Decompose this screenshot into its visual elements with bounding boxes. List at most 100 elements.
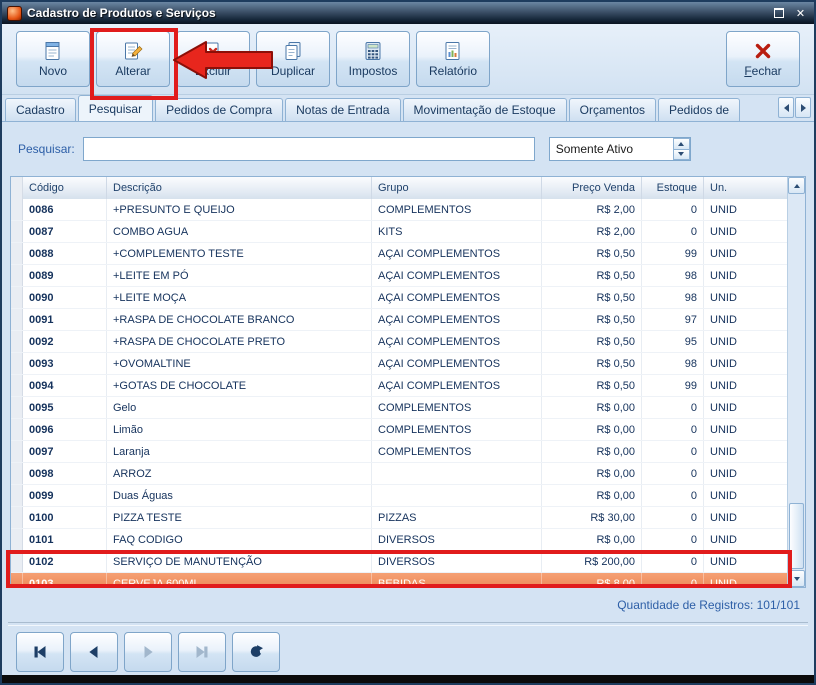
product-table: CódigoDescriçãoGrupoPreço VendaEstoqueUn…: [10, 176, 806, 588]
column-header[interactable]: Preço Venda: [542, 177, 642, 199]
maximize-button[interactable]: [770, 5, 787, 21]
tab-or-amentos[interactable]: Orçamentos: [569, 98, 656, 121]
table-row[interactable]: 0094+GOTAS DE CHOCOLATEAÇAI COMPLEMENTOS…: [11, 375, 788, 397]
table-cell: R$ 0,00: [542, 485, 642, 506]
refresh-button[interactable]: [232, 632, 280, 672]
impostos-button[interactable]: Impostos: [336, 31, 410, 87]
table-cell: 95: [642, 331, 704, 352]
table-cell: 98: [642, 287, 704, 308]
table-cell: UNID: [704, 309, 788, 330]
arrow-down-icon: [794, 577, 800, 581]
column-header[interactable]: Descrição: [107, 177, 372, 199]
tab-scroll-left-button[interactable]: [778, 97, 794, 118]
table-cell: Gelo: [107, 397, 372, 418]
filter-select[interactable]: Somente Ativo: [549, 137, 691, 161]
row-indicator: [11, 463, 23, 484]
table-cell: 0: [642, 397, 704, 418]
table-cell: R$ 0,50: [542, 265, 642, 286]
table-cell: UNID: [704, 419, 788, 440]
scrollbar-thumb[interactable]: [789, 503, 804, 569]
table-cell: UNID: [704, 463, 788, 484]
search-input[interactable]: [83, 137, 535, 161]
table-cell: UNID: [704, 353, 788, 374]
table-cell: UNID: [704, 485, 788, 506]
table-cell: +LEITE EM PÓ: [107, 265, 372, 286]
table-cell: UNID: [704, 287, 788, 308]
table-row[interactable]: 0099Duas ÁguasR$ 0,000UNID: [11, 485, 788, 507]
table-cell: AÇAI COMPLEMENTOS: [372, 287, 542, 308]
alterar-button[interactable]: Alterar: [96, 31, 170, 87]
window-title: Cadastro de Produtos e Serviços: [27, 6, 765, 20]
tab-pesquisar[interactable]: Pesquisar: [78, 95, 153, 121]
filter-spin-down-button[interactable]: [673, 150, 690, 161]
table-cell: UNID: [704, 221, 788, 242]
tab-pedidos-de-compra[interactable]: Pedidos de Compra: [155, 98, 283, 121]
table-row[interactable]: 0096LimãoCOMPLEMENTOSR$ 0,000UNID: [11, 419, 788, 441]
table-row[interactable]: 0101FAQ CODIGODIVERSOSR$ 0,000UNID: [11, 529, 788, 551]
table-cell: 97: [642, 309, 704, 330]
chevron-left-icon: [784, 104, 789, 112]
filter-spin-up-button[interactable]: [673, 138, 690, 150]
close-window-button[interactable]: ✕: [792, 5, 809, 21]
search-row: Pesquisar: Somente Ativo: [2, 122, 814, 176]
scroll-down-button[interactable]: [788, 570, 805, 587]
table-row[interactable]: 0098ARROZR$ 0,000UNID: [11, 463, 788, 485]
table-row[interactable]: 0092+RASPA DE CHOCOLATE PRETOAÇAI COMPLE…: [11, 331, 788, 353]
column-header[interactable]: Estoque: [642, 177, 704, 199]
table-row[interactable]: 0089+LEITE EM PÓAÇAI COMPLEMENTOSR$ 0,50…: [11, 265, 788, 287]
relatorio-button[interactable]: Relatório: [416, 31, 490, 87]
first-record-button[interactable]: [16, 632, 64, 672]
table-row[interactable]: 0086+PRESUNTO E QUEIJOCOMPLEMENTOSR$ 2,0…: [11, 199, 788, 221]
column-header[interactable]: Código: [23, 177, 107, 199]
table-row[interactable]: 0102SERVIÇO DE MANUTENÇÃODIVERSOSR$ 200,…: [11, 551, 788, 573]
excluir-button[interactable]: Excluir: [176, 31, 250, 87]
table-cell: AÇAI COMPLEMENTOS: [372, 331, 542, 352]
tab-scroll-right-button[interactable]: [795, 97, 811, 118]
filter-selected-value: Somente Ativo: [550, 142, 673, 156]
row-indicator-header: [11, 177, 23, 199]
table-row[interactable]: 0091+RASPA DE CHOCOLATE BRANCOAÇAI COMPL…: [11, 309, 788, 331]
scroll-up-button[interactable]: [788, 177, 805, 194]
table-cell: +RASPA DE CHOCOLATE PRETO: [107, 331, 372, 352]
novo-button[interactable]: Novo: [16, 31, 90, 87]
row-indicator: [11, 309, 23, 330]
table-row[interactable]: 0087COMBO AGUAKITSR$ 2,000UNID: [11, 221, 788, 243]
tab-notas-de-entrada[interactable]: Notas de Entrada: [285, 98, 400, 121]
table-cell: UNID: [704, 397, 788, 418]
table-row[interactable]: 0090+LEITE MOÇAAÇAI COMPLEMENTOSR$ 0,509…: [11, 287, 788, 309]
table-cell: [372, 485, 542, 506]
next-record-button[interactable]: [124, 632, 172, 672]
window-bottom-edge: [2, 675, 814, 683]
record-count-label: Quantidade de Registros: 101/101: [617, 598, 800, 612]
tab-cadastro[interactable]: Cadastro: [5, 98, 76, 121]
tab-movimenta-o-de-estoque[interactable]: Movimentação de Estoque: [403, 98, 567, 121]
delete-icon: [202, 40, 224, 62]
column-header[interactable]: Un.: [704, 177, 788, 199]
previous-record-button[interactable]: [70, 632, 118, 672]
fechar-button[interactable]: Fechar: [726, 31, 800, 87]
table-row[interactable]: 0103CERVEJA 600MLBEBIDASR$ 8,000UNID: [11, 573, 788, 587]
duplicate-icon: [282, 40, 304, 62]
search-label: Pesquisar:: [18, 142, 75, 156]
duplicar-button[interactable]: Duplicar: [256, 31, 330, 87]
table-cell: 0: [642, 573, 704, 587]
report-icon: [442, 40, 464, 62]
table-row[interactable]: 0095GeloCOMPLEMENTOSR$ 0,000UNID: [11, 397, 788, 419]
row-indicator: [11, 199, 23, 220]
chevron-right-icon: [801, 104, 806, 112]
calculator-icon: [362, 40, 384, 62]
table-cell: 0: [642, 221, 704, 242]
table-row[interactable]: 0100PIZZA TESTEPIZZASR$ 30,000UNID: [11, 507, 788, 529]
app-window: Cadastro de Produtos e Serviços ✕ Novo A…: [0, 0, 816, 685]
table-cell: 0086: [23, 199, 107, 220]
table-row[interactable]: 0097LaranjaCOMPLEMENTOSR$ 0,000UNID: [11, 441, 788, 463]
tab-pedidos-de[interactable]: Pedidos de: [658, 98, 740, 121]
column-header[interactable]: Grupo: [372, 177, 542, 199]
table-row[interactable]: 0088+COMPLEMENTO TESTEAÇAI COMPLEMENTOSR…: [11, 243, 788, 265]
row-indicator: [11, 551, 23, 572]
table-cell: 0092: [23, 331, 107, 352]
vertical-scrollbar[interactable]: [787, 177, 805, 587]
table-row[interactable]: 0093+OVOMALTINEAÇAI COMPLEMENTOSR$ 0,509…: [11, 353, 788, 375]
record-navigator: [2, 626, 814, 678]
last-record-button[interactable]: [178, 632, 226, 672]
